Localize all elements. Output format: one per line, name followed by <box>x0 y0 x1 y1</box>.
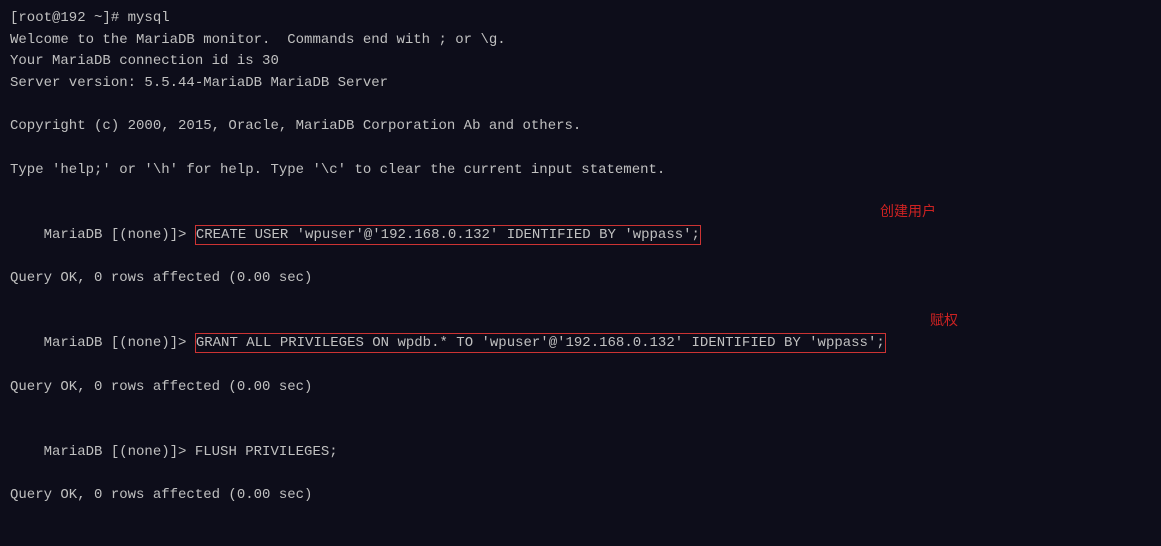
line-text: Welcome to the MariaDB monitor. Commands… <box>10 32 506 48</box>
line-text: Query OK, 0 rows affected (0.00 sec) <box>10 379 312 395</box>
terminal-line <box>10 398 1151 420</box>
line-text: Query OK, 0 rows affected (0.00 sec) <box>10 487 312 503</box>
prompt: MariaDB [(none)]> <box>44 444 195 460</box>
terminal-command-line: MariaDB [(none)]> GRANT ALL PRIVILEGES O… <box>10 312 1151 377</box>
terminal-line: Your MariaDB connection id is 30 <box>10 51 1151 73</box>
terminal-line: [root@192 ~]# mysql <box>10 8 1151 30</box>
line-text: Server version: 5.5.44-MariaDB MariaDB S… <box>10 75 388 91</box>
terminal-line <box>10 138 1151 160</box>
prompt: MariaDB [(none)]> <box>44 335 195 351</box>
terminal-line: Query OK, 0 rows affected (0.00 sec) <box>10 268 1151 290</box>
terminal-line: Server version: 5.5.44-MariaDB MariaDB S… <box>10 73 1151 95</box>
line-text: Copyright (c) 2000, 2015, Oracle, MariaD… <box>10 118 581 134</box>
terminal-line <box>10 507 1151 529</box>
terminal-line: Query OK, 0 rows affected (0.00 sec) <box>10 377 1151 399</box>
annotation-create-user: 创建用户 <box>880 203 936 225</box>
line-text: Type 'help;' or '\h' for help. Type '\c'… <box>10 162 665 178</box>
terminal-command-line: MariaDB [(none)]> SHOW GRANTS FOR 'wpuse… <box>10 529 1151 546</box>
annotation-grant: 赋权 <box>930 312 958 334</box>
command-text: CREATE USER 'wpuser'@'192.168.0.132' IDE… <box>196 227 700 243</box>
line-text: [root@192 ~]# mysql <box>10 10 170 26</box>
terminal-line: Copyright (c) 2000, 2015, Oracle, MariaD… <box>10 116 1151 138</box>
command-text: FLUSH PRIVILEGES; <box>195 444 338 460</box>
terminal-line <box>10 95 1151 117</box>
command-text: GRANT ALL PRIVILEGES ON wpdb.* TO 'wpuse… <box>196 335 885 351</box>
terminal-command-line: MariaDB [(none)]> FLUSH PRIVILEGES; <box>10 420 1151 485</box>
terminal-line: Welcome to the MariaDB monitor. Commands… <box>10 30 1151 52</box>
terminal-line <box>10 290 1151 312</box>
command-highlight: GRANT ALL PRIVILEGES ON wpdb.* TO 'wpuse… <box>195 333 886 353</box>
prompt: MariaDB [(none)]> <box>44 227 195 243</box>
terminal-line <box>10 182 1151 204</box>
terminal: [root@192 ~]# mysql Welcome to the Maria… <box>0 0 1161 546</box>
terminal-line: Query OK, 0 rows affected (0.00 sec) <box>10 485 1151 507</box>
line-text: Query OK, 0 rows affected (0.00 sec) <box>10 270 312 286</box>
terminal-line: Type 'help;' or '\h' for help. Type '\c'… <box>10 160 1151 182</box>
command-highlight: CREATE USER 'wpuser'@'192.168.0.132' IDE… <box>195 225 701 245</box>
terminal-command-line: MariaDB [(none)]> CREATE USER 'wpuser'@'… <box>10 203 1151 268</box>
line-text: Your MariaDB connection id is 30 <box>10 53 279 69</box>
